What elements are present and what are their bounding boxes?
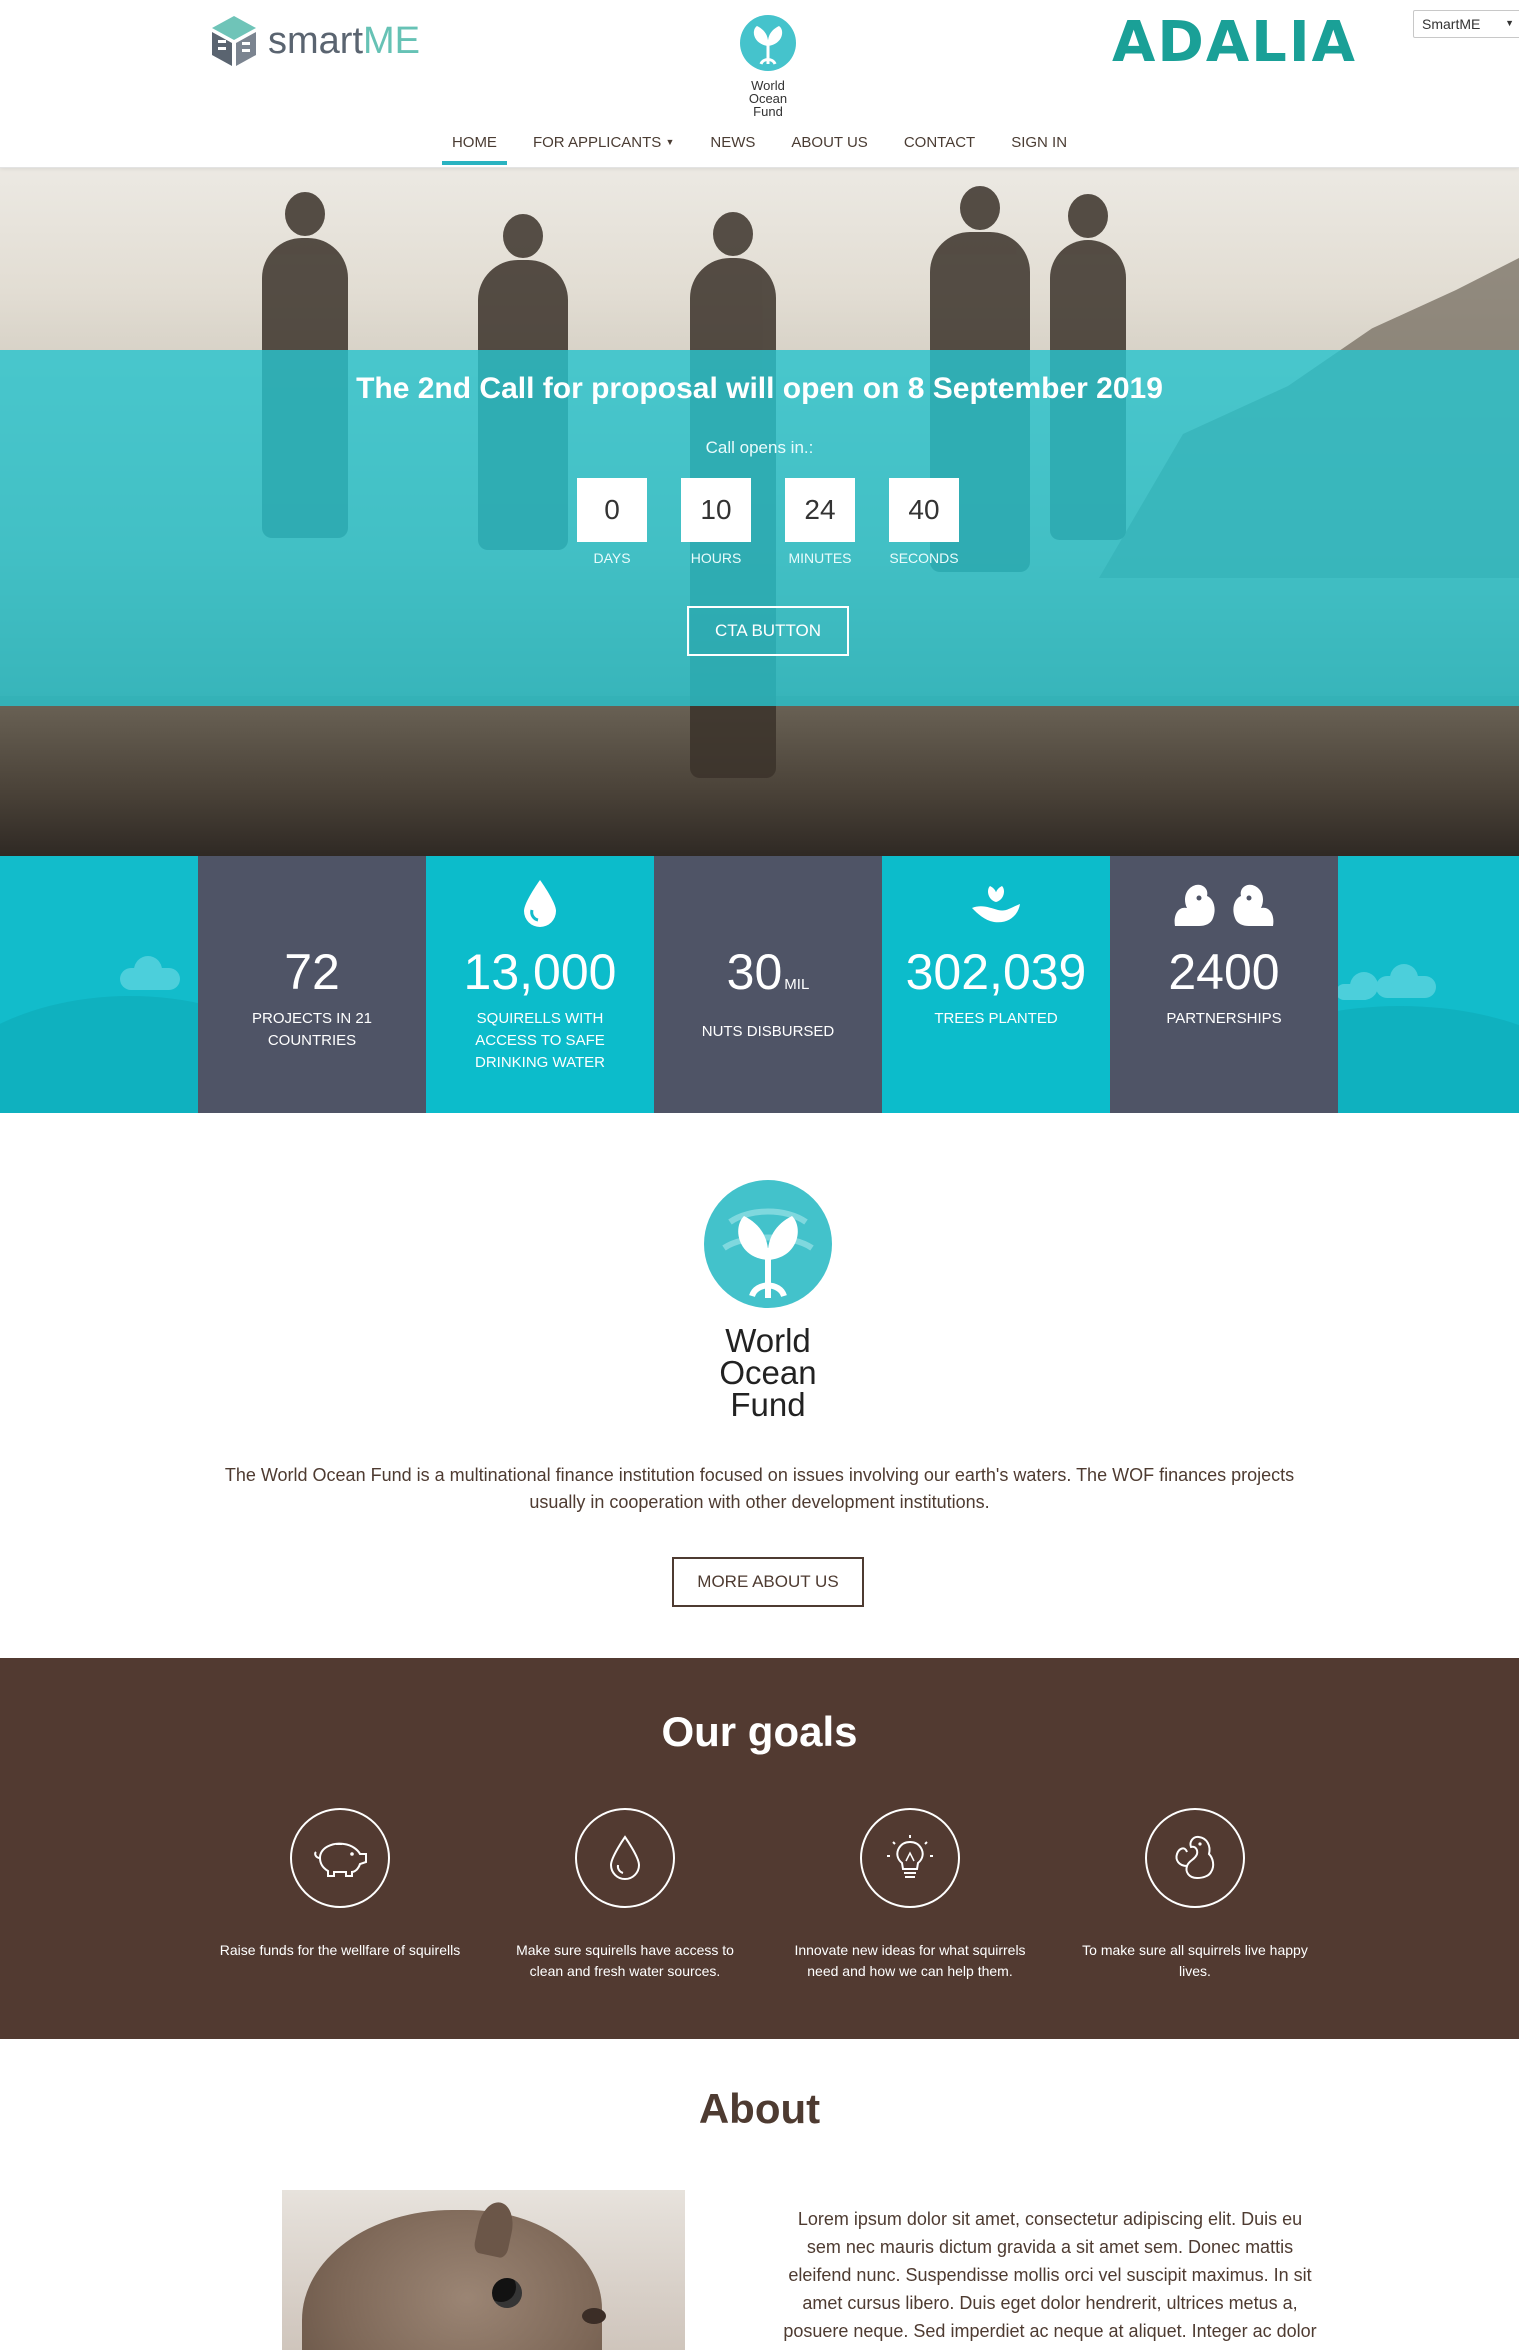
- nav-for-applicants[interactable]: FOR APPLICANTS ▼: [515, 128, 692, 163]
- stat-label: SQUIRELLS WITH ACCESS TO SAFE DRINKING W…: [475, 1010, 605, 1071]
- goals-section: Our goals Raise funds for the wellfare o…: [0, 1658, 1519, 2039]
- chevron-down-icon: ▼: [1505, 18, 1514, 28]
- adalia-logo[interactable]: ADALIA: [1112, 10, 1357, 75]
- goal-item: Innovate new ideas for what squirrels ne…: [785, 1808, 1035, 1982]
- countdown-value: 40: [889, 478, 959, 542]
- wof-header-logo[interactable]: World Ocean Fund: [736, 14, 800, 118]
- goals-title: Our goals: [661, 1708, 858, 1755]
- countdown-days: 0 DAYS: [577, 478, 647, 566]
- wof-leaf-icon: [740, 15, 796, 71]
- cloud-decoration: [1376, 964, 1436, 998]
- about-squirrel-image: [282, 2190, 685, 2350]
- plant-hand-icon: [882, 856, 1110, 926]
- stat-trees: 302,039 TREES PLANTED: [882, 856, 1110, 1113]
- countdown-caption: Call opens in.:: [705, 438, 814, 457]
- nav-news[interactable]: NEWS: [692, 128, 773, 163]
- more-about-us-button[interactable]: MORE ABOUT US: [672, 1557, 864, 1607]
- language-select[interactable]: SmartME ▼: [1413, 10, 1519, 38]
- water-drop-icon: [575, 1808, 675, 1908]
- about-title: About: [698, 2085, 821, 2132]
- squirrels-icon: [1110, 856, 1338, 926]
- countdown-minutes: 24 MINUTES: [785, 478, 855, 566]
- site-header: smartME World Ocean Fund ADALIA SmartME …: [0, 0, 1519, 168]
- wof-main-logo-text: World Ocean Fund: [719, 1322, 817, 1423]
- goal-item: Make sure squirells have access to clean…: [500, 1808, 750, 1982]
- stat-partnerships: 2400 PARTNERSHIPS: [1110, 856, 1338, 1113]
- language-select-value: SmartME: [1422, 16, 1481, 32]
- stat-label: PARTNERSHIPS: [1166, 1010, 1282, 1027]
- cta-button[interactable]: CTA BUTTON: [687, 606, 849, 656]
- wof-leaf-icon: [704, 1180, 832, 1308]
- water-drop-icon: [426, 856, 654, 927]
- main-nav: HOME FOR APPLICANTS ▼ NEWS ABOUT US CONT…: [0, 128, 1519, 165]
- nav-about-us[interactable]: ABOUT US: [773, 128, 885, 163]
- countdown-label: HOURS: [690, 550, 742, 566]
- intro-description: The World Ocean Fund is a multinational …: [224, 1465, 1295, 1512]
- countdown-seconds: 40 SECONDS: [889, 478, 959, 566]
- stat-label: TREES PLANTED: [934, 1010, 1058, 1027]
- stat-value: 72: [284, 944, 340, 1000]
- stats-section: 72 PROJECTS IN 21 COUNTRIES 13,000 SQUIR…: [0, 856, 1519, 1113]
- smartme-logo-text: smartME: [268, 19, 420, 62]
- goal-text: Raise funds for the wellfare of squirell…: [219, 1942, 461, 1958]
- countdown-value: 10: [681, 478, 751, 542]
- wof-header-logo-text: World Ocean Fund: [748, 78, 788, 119]
- nav-contact[interactable]: CONTACT: [886, 128, 993, 163]
- stat-projects: 72 PROJECTS IN 21 COUNTRIES: [198, 856, 426, 1113]
- goal-text: Innovate new ideas for what squirrels ne…: [794, 1942, 1026, 1979]
- goal-text: To make sure all squirrels live happy li…: [1082, 1942, 1308, 1979]
- squirrel-figure: [302, 2210, 602, 2350]
- stat-value: 30 MIL: [726, 944, 810, 1000]
- stat-label: PROJECTS IN 21 COUNTRIES: [251, 1010, 373, 1049]
- squirrel-icon: [1145, 1808, 1245, 1908]
- lightbulb-icon: [860, 1808, 960, 1908]
- stat-water-access: 13,000 SQUIRELLS WITH ACCESS TO SAFE DRI…: [426, 856, 654, 1113]
- goal-item: To make sure all squirrels live happy li…: [1070, 1808, 1320, 1982]
- stat-value: 13,000: [463, 944, 617, 1000]
- countdown-label: MINUTES: [788, 550, 852, 566]
- hero-title: The 2nd Call for proposal will open on 8…: [356, 372, 1163, 405]
- goal-item: Raise funds for the wellfare of squirell…: [215, 1808, 465, 1961]
- smartme-logo[interactable]: smartME: [210, 14, 420, 68]
- caret-down-icon: ▼: [665, 137, 675, 147]
- about-description: Lorem ipsum dolor sit amet, consectetur …: [783, 2209, 1317, 2350]
- nav-sign-in[interactable]: SIGN IN: [993, 128, 1085, 163]
- countdown-timer: 0 DAYS 10 HOURS 24 MINUTES 40 SECONDS: [577, 478, 959, 566]
- stat-nuts: 30 MIL NUTS DISBURSED: [654, 856, 882, 1113]
- squirrel-nose: [582, 2308, 606, 2324]
- piggy-bank-icon: [290, 1808, 390, 1908]
- countdown-label: SECONDS: [889, 550, 959, 566]
- goal-text: Make sure squirells have access to clean…: [516, 1942, 734, 1979]
- stat-label: NUTS DISBURSED: [701, 1023, 835, 1040]
- countdown-hours: 10 HOURS: [681, 478, 751, 566]
- wof-main-logo: World Ocean Fund: [700, 1178, 836, 1421]
- countdown-value: 0: [577, 478, 647, 542]
- countdown-label: DAYS: [593, 550, 631, 566]
- stat-value: 2400: [1168, 944, 1280, 1000]
- cloud-decoration: [120, 956, 180, 990]
- smartme-logo-icon: [212, 16, 256, 66]
- countdown-value: 24: [785, 478, 855, 542]
- nav-home[interactable]: HOME: [434, 128, 515, 165]
- cloud-decoration: [1336, 972, 1378, 1000]
- stat-value: 302,039: [905, 944, 1087, 1000]
- squirrel-eye: [492, 2278, 522, 2308]
